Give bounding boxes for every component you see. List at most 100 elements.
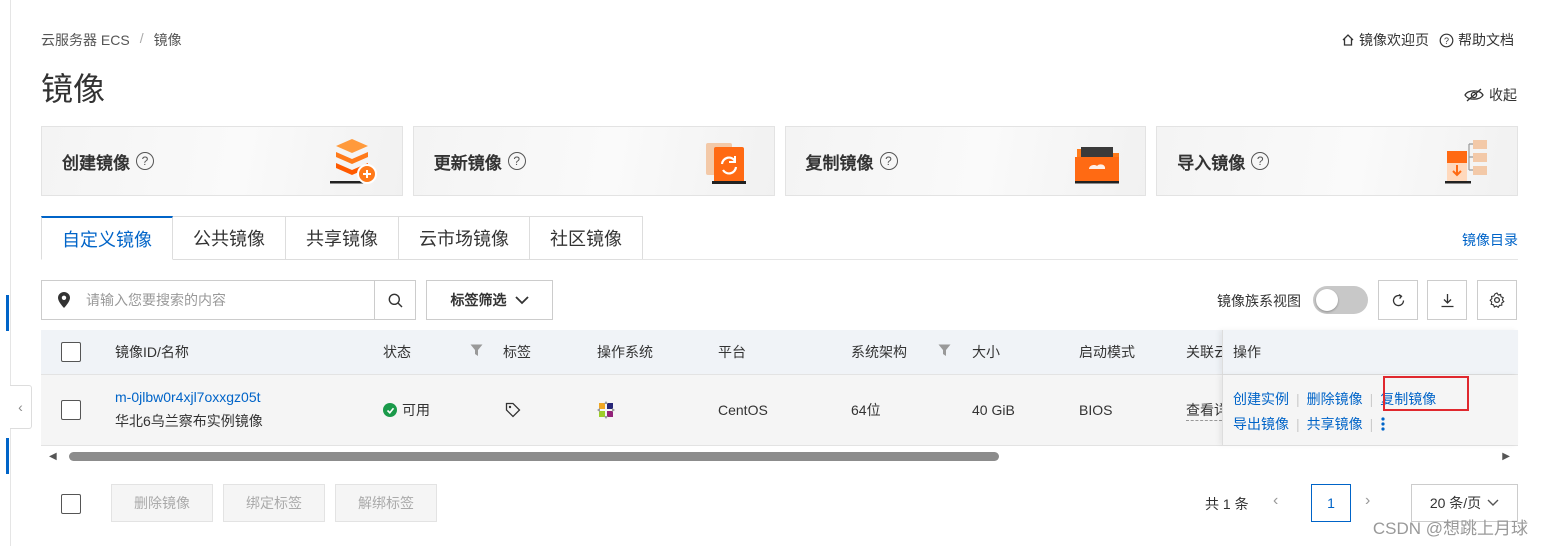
next-page-icon[interactable]: › (1365, 492, 1370, 510)
nav-indicator (6, 438, 9, 474)
horizontal-scrollbar[interactable]: ◀ ▶ (41, 447, 1518, 465)
card-label: 创建镜像 (62, 153, 130, 173)
col-header-status: 状态 (383, 344, 411, 360)
highlight-box (1383, 376, 1469, 411)
select-all-checkbox[interactable] (61, 342, 81, 362)
bulk-unbind-tag-button[interactable]: 解绑标签 (335, 484, 437, 522)
collapse-button[interactable]: 收起 (1464, 85, 1517, 105)
location-pin-icon (42, 292, 86, 308)
tab-marketplace-images[interactable]: 云市场镜像 (399, 216, 530, 260)
chevron-down-icon (514, 295, 529, 304)
filter-icon[interactable] (470, 344, 483, 357)
table-header: 镜像ID/名称 状态 标签 操作系统 平台 系统架构 大小 启动模式 关联云 操… (41, 330, 1518, 375)
op-separator: | (1296, 416, 1300, 432)
op-separator: | (1296, 391, 1300, 407)
breadcrumb-root[interactable]: 云服务器 ECS (41, 30, 130, 50)
welcome-page-link[interactable]: 镜像欢迎页 (1341, 30, 1429, 50)
bulk-bind-tag-button[interactable]: 绑定标签 (223, 484, 325, 522)
search-icon (388, 293, 402, 307)
family-view-toggle[interactable] (1313, 286, 1368, 314)
status-text: 可用 (402, 402, 430, 418)
footer-select-all-checkbox[interactable] (61, 494, 81, 514)
page-number-current[interactable]: 1 (1311, 484, 1351, 522)
delete-image-link[interactable]: 删除镜像 (1307, 389, 1363, 409)
col-header-arch: 系统架构 (851, 344, 907, 360)
prev-page-icon[interactable]: ‹ (1273, 492, 1278, 510)
image-type-tabs: 自定义镜像 公共镜像 共享镜像 云市场镜像 社区镜像 (41, 216, 643, 260)
search-box (41, 280, 416, 320)
import-image-card[interactable]: 导入镜像? (1156, 126, 1518, 196)
card-label: 复制镜像 (805, 153, 874, 173)
card-label: 导入镜像 (1177, 153, 1246, 173)
ops-column-header: 操作 (1222, 330, 1518, 374)
top-links: 镜像欢迎页 ? 帮助文档 (1341, 30, 1514, 50)
boot-mode-value: BIOS (1079, 402, 1113, 418)
settings-button[interactable] (1477, 280, 1517, 320)
tab-public-images[interactable]: 公共镜像 (173, 216, 286, 260)
search-input[interactable] (86, 281, 374, 319)
collapse-label: 收起 (1489, 87, 1517, 103)
col-header-operations: 操作 (1233, 344, 1261, 360)
scroll-thumb[interactable] (69, 452, 999, 461)
nav-indicator (6, 295, 9, 331)
tab-shared-images[interactable]: 共享镜像 (286, 216, 399, 260)
quick-action-cards: 创建镜像? 更新镜像? 复制镜像? 导入镜像 ? (41, 126, 1518, 196)
tab-custom-images[interactable]: 自定义镜像 (41, 216, 173, 260)
col-header-tags: 标签 (503, 344, 531, 360)
sidebar-collapse-handle[interactable]: ‹ (10, 385, 32, 429)
share-image-link[interactable]: 共享镜像 (1307, 414, 1363, 434)
refresh-icon (1392, 293, 1404, 306)
help-docs-label: 帮助文档 (1458, 32, 1514, 48)
page-size-label: 20 条/页 (1429, 495, 1482, 511)
more-vertical-icon[interactable] (1380, 416, 1386, 432)
create-instance-link[interactable]: 创建实例 (1233, 389, 1289, 409)
chevron-left-icon: ‹ (18, 399, 23, 415)
download-icon (1441, 293, 1453, 307)
scroll-right-icon[interactable]: ▶ (1502, 451, 1510, 462)
create-image-illustration (329, 139, 377, 184)
help-docs-link[interactable]: ? 帮助文档 (1439, 30, 1514, 50)
search-button[interactable] (374, 281, 415, 319)
tag-icon[interactable] (505, 402, 521, 418)
help-icon[interactable]: ? (1251, 152, 1270, 170)
svg-text:?: ? (1444, 36, 1449, 46)
centos-logo-icon (597, 401, 615, 419)
breadcrumb-current: 镜像 (153, 32, 182, 48)
image-name: 华北6乌兰察布实例镜像 (115, 413, 263, 429)
update-image-card[interactable]: 更新镜像? (412, 126, 775, 196)
filter-icon[interactable] (938, 344, 951, 357)
image-catalog-link[interactable]: 镜像目录 (1462, 230, 1518, 250)
copy-image-card[interactable]: 复制镜像? (784, 126, 1147, 196)
create-image-card[interactable]: 创建镜像? (41, 126, 403, 196)
help-icon[interactable]: ? (879, 152, 898, 170)
arch-value: 64位 (851, 402, 881, 418)
help-icon[interactable]: ? (507, 152, 526, 170)
breadcrumb: 云服务器 ECS / 镜像 (41, 30, 182, 50)
scroll-left-icon[interactable]: ◀ (49, 451, 57, 462)
card-label: 更新镜像 (433, 153, 502, 173)
col-header-boot-mode: 启动模式 (1079, 344, 1135, 360)
download-button[interactable] (1427, 280, 1467, 320)
ops-column: 创建实例 | 删除镜像 | 复制镜像 导出镜像 | 共享镜像 | (1222, 375, 1518, 445)
image-table: 镜像ID/名称 状态 标签 操作系统 平台 系统架构 大小 启动模式 关联云 操… (41, 330, 1518, 446)
col-header-id-name: 镜像ID/名称 (115, 344, 189, 360)
row-checkbox[interactable] (61, 400, 81, 420)
chevron-down-icon (1487, 499, 1499, 506)
image-id-link[interactable]: m-0jlbw0r4xjl7oxxgz05t (115, 389, 261, 405)
export-image-link[interactable]: 导出镜像 (1233, 414, 1289, 434)
view-details-link[interactable]: 查看详 (1186, 399, 1222, 421)
left-nav-strip (0, 0, 11, 546)
import-image-illustration (1445, 140, 1487, 184)
tabs-divider (630, 259, 1518, 260)
bulk-delete-button[interactable]: 删除镜像 (111, 484, 213, 522)
size-value: 40 GiB (972, 402, 1015, 418)
tag-filter-dropdown[interactable]: 标签筛选 (426, 280, 553, 320)
col-header-size: 大小 (972, 344, 1000, 360)
table-row: m-0jlbw0r4xjl7oxxgz05t 华北6乌兰察布实例镜像 可用 Ce… (41, 375, 1518, 446)
gear-icon (1489, 292, 1505, 308)
help-icon[interactable]: ? (136, 152, 154, 170)
page-title: 镜像 (41, 71, 106, 107)
refresh-button[interactable] (1378, 280, 1418, 320)
tab-community-images[interactable]: 社区镜像 (530, 216, 643, 260)
update-image-illustration (705, 143, 746, 184)
